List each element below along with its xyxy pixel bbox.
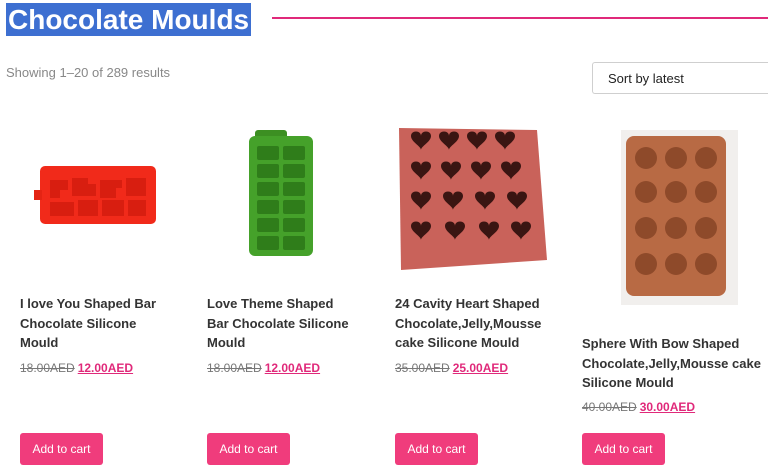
product-card: 24 Cavity Heart Shaped Chocolate,Jelly,M…: [381, 0, 551, 476]
add-to-cart-button[interactable]: Add to cart: [207, 433, 290, 465]
old-price: 40.00AED: [582, 400, 637, 414]
product-card: Love Theme Shaped Bar Chocolate Silicone…: [193, 0, 363, 476]
product-name[interactable]: Sphere With Bow Shaped Chocolate,Jelly,M…: [582, 334, 768, 393]
product-price: 18.00AED 12.00AED: [207, 361, 320, 375]
product-image[interactable]: [193, 130, 363, 258]
product-image[interactable]: [6, 158, 176, 228]
product-price: 18.00AED 12.00AED: [20, 361, 133, 375]
old-price: 35.00AED: [395, 361, 450, 375]
add-to-cart-button[interactable]: Add to cart: [20, 433, 103, 465]
product-card: I love You Shaped Bar Chocolate Silicone…: [6, 0, 176, 476]
sale-price: 30.00AED: [639, 400, 696, 414]
product-price: 35.00AED 25.00AED: [395, 361, 508, 375]
sale-price: 25.00AED: [452, 361, 509, 375]
old-price: 18.00AED: [20, 361, 75, 375]
product-name[interactable]: Love Theme Shaped Bar Chocolate Silicone…: [207, 294, 357, 353]
product-name[interactable]: I love You Shaped Bar Chocolate Silicone…: [20, 294, 170, 353]
product-card: Sphere With Bow Shaped Chocolate,Jelly,M…: [568, 0, 761, 476]
old-price: 18.00AED: [207, 361, 262, 375]
product-price: 40.00AED 30.00AED: [582, 400, 695, 414]
add-to-cart-button[interactable]: Add to cart: [582, 433, 665, 465]
sale-price: 12.00AED: [77, 361, 134, 375]
product-image[interactable]: [381, 124, 551, 272]
product-image[interactable]: [568, 130, 738, 305]
add-to-cart-button[interactable]: Add to cart: [395, 433, 478, 465]
product-name[interactable]: 24 Cavity Heart Shaped Chocolate,Jelly,M…: [395, 294, 545, 353]
sale-price: 12.00AED: [264, 361, 321, 375]
